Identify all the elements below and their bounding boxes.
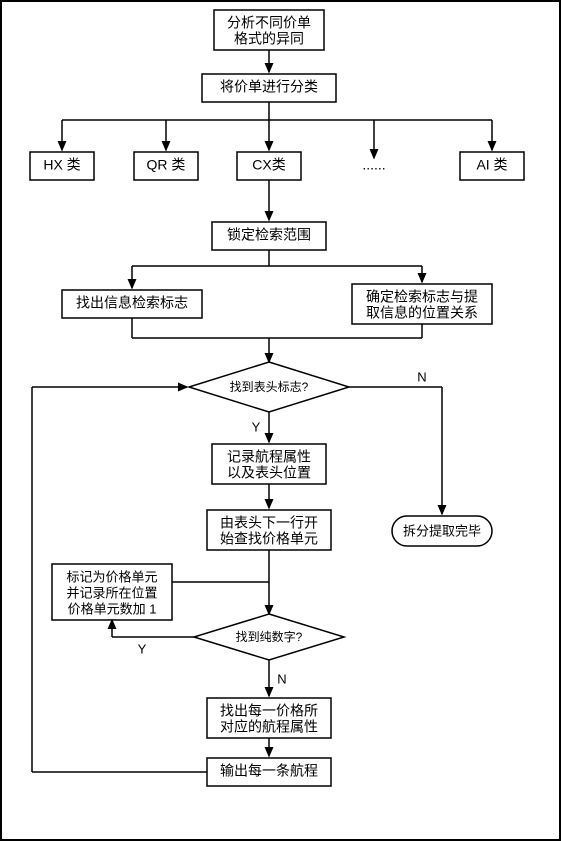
node-analyze-formats-text2: 格式的异同 [234, 31, 304, 47]
node-ai-text: AI 类 [476, 157, 507, 173]
node-mark-price-text2: 并记录所在位置 [66, 585, 157, 600]
label-y2: Y [138, 641, 147, 656]
decision-pure-number-text: 找到纯数字? [236, 629, 303, 644]
label-y1: Y [252, 419, 261, 434]
node-relation-text1: 确定检索标志与提 [366, 289, 478, 305]
node-find-price-cell-text2: 始查找价格单元 [220, 531, 318, 547]
node-mark-price-text3: 价格单元数加 1 [68, 601, 157, 616]
node-relation-text2: 取信息的位置关系 [366, 305, 478, 321]
node-cx-text: CX类 [252, 157, 285, 173]
node-record-header-text2: 以及表头位置 [227, 465, 311, 481]
terminator-done-text: 拆分提取完毕 [403, 523, 481, 538]
flowchart-svg: 分析不同价单 格式的异同 将价单进行分类 HX 类 QR 类 CX类 .....… [2, 2, 559, 839]
node-output-route-text: 输出每一条航程 [220, 763, 318, 779]
node-find-marker-text: 找出信息检索标志 [76, 295, 188, 311]
node-record-header-text1: 记录航程属性 [227, 449, 311, 465]
node-find-price-cell-text1: 由表头下一行开 [220, 515, 318, 531]
node-qr-text: QR 类 [147, 157, 186, 173]
node-lock-scope-text: 锁定检索范围 [227, 227, 311, 243]
node-hx-text: HX 类 [43, 157, 80, 173]
ellipsis: ...... [362, 157, 385, 173]
node-classify-text: 将价单进行分类 [220, 79, 318, 95]
node-analyze-formats-text1: 分析不同价单 [227, 15, 311, 31]
node-match-attr-text2: 对应的航程属性 [220, 719, 318, 735]
label-n1: N [417, 369, 426, 384]
node-match-attr-text1: 找出每一价格所 [220, 703, 318, 719]
node-mark-price-text1: 标记为价格单元 [66, 569, 157, 584]
label-n2: N [277, 671, 286, 686]
flowchart-frame: 分析不同价单 格式的异同 将价单进行分类 HX 类 QR 类 CX类 .....… [0, 0, 561, 841]
decision-header-found-text: 找到表头标志? [230, 380, 309, 394]
